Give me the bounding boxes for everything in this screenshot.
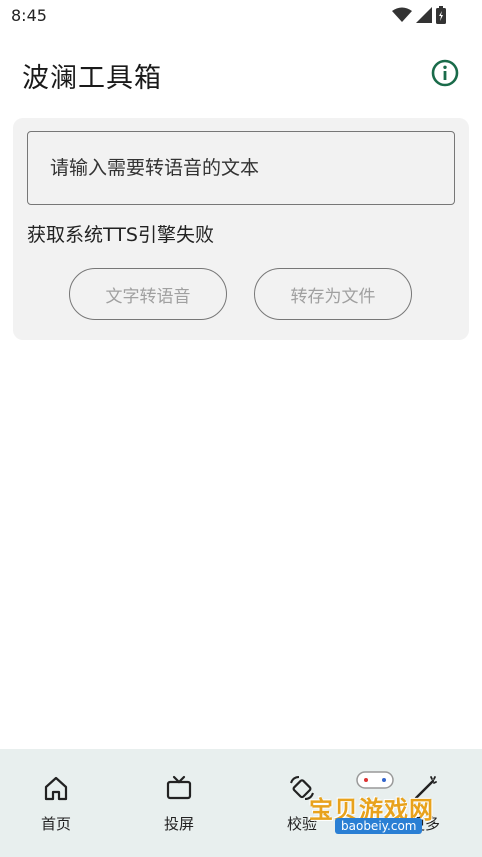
nav-item-verify[interactable]: 校验 [262, 773, 342, 834]
status-icons [392, 6, 446, 28]
app-bar: 波澜工具箱 [0, 50, 482, 102]
nav-label: 校验 [286, 815, 317, 833]
app-title: 波澜工具箱 [22, 63, 162, 94]
info-icon [431, 59, 459, 91]
nav-label: 首页 [40, 815, 71, 833]
rotate-icon [287, 773, 317, 803]
info-button[interactable] [430, 59, 460, 91]
tts-status-message: 获取系统TTS引擎失败 [27, 224, 214, 246]
magic-wand-icon [410, 773, 440, 803]
nav-item-home[interactable]: 首页 [16, 773, 96, 834]
status-time: 8:45 [11, 6, 47, 25]
signal-icon [416, 7, 432, 27]
home-icon [41, 773, 71, 803]
nav-item-more[interactable]: 更多 [385, 773, 465, 834]
nav-label: 投屏 [163, 815, 194, 833]
tts-card: 获取系统TTS引擎失败 文字转语音 转存为文件 [13, 118, 469, 340]
tv-icon [164, 773, 194, 803]
nav-label: 更多 [409, 815, 440, 833]
tts-text-input[interactable] [27, 131, 455, 205]
wifi-icon [392, 7, 412, 27]
text-to-speech-button[interactable]: 文字转语音 [69, 268, 227, 320]
bottom-navigation: 首页 投屏 校验 更多 [0, 749, 482, 857]
save-to-file-button[interactable]: 转存为文件 [254, 268, 412, 320]
battery-icon [436, 6, 446, 28]
status-bar: 8:45 [0, 0, 482, 32]
nav-item-cast[interactable]: 投屏 [139, 773, 219, 834]
